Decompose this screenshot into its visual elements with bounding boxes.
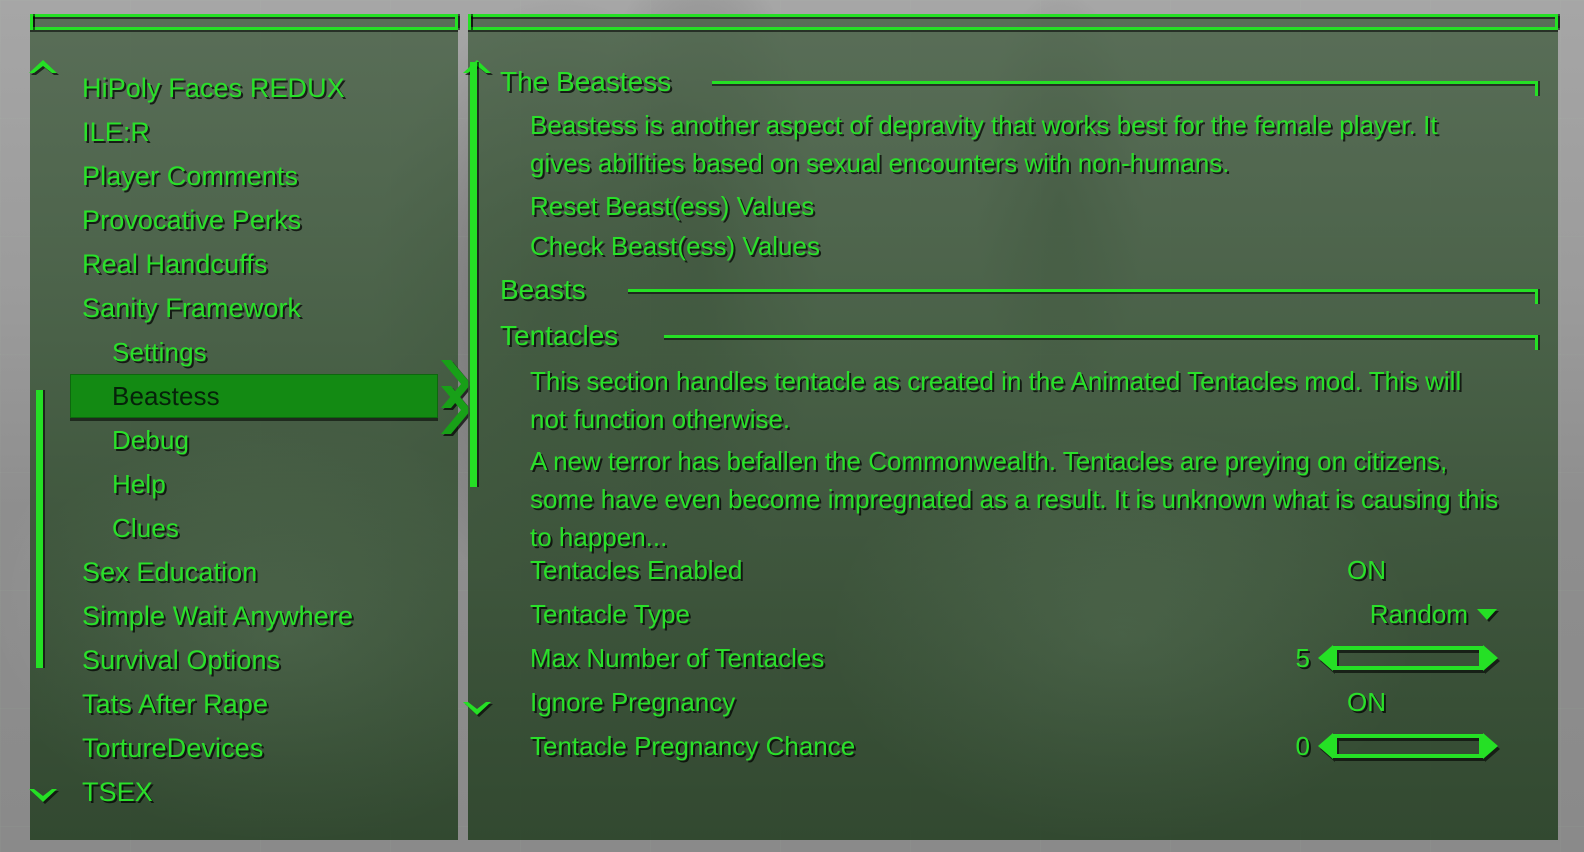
mod-list-item[interactable]: Provocative Perks <box>70 198 450 242</box>
option-slider[interactable]: 5 <box>1294 636 1498 680</box>
section-rule <box>712 81 1538 84</box>
left-panel-top-border <box>30 14 458 30</box>
slider-decrease-arrow[interactable] <box>1318 645 1333 671</box>
right-panel-bottom-border <box>468 14 1558 30</box>
mcm-screen: HiPoly Faces REDUX ILE:R Player Comments Pr… <box>0 0 1584 852</box>
slider-control[interactable] <box>1318 733 1498 759</box>
left-panel-bottom-border <box>30 14 458 30</box>
mod-list-item[interactable]: Sanity Framework <box>70 286 450 330</box>
option-dropdown[interactable]: Random <box>1370 592 1498 636</box>
option-toggle-value[interactable]: ON <box>1347 680 1386 724</box>
option-row[interactable]: Tentacle Pregnancy Chance 0 <box>530 724 1498 768</box>
option-slider[interactable]: 0 <box>1294 724 1498 768</box>
mod-list-item[interactable]: Player Comments <box>70 154 450 198</box>
chevron-down-icon[interactable] <box>26 786 60 806</box>
option-row[interactable]: Tentacle Type Random <box>530 592 1498 636</box>
mod-list-item-label: Beastess <box>112 381 220 411</box>
mod-list-item-label: Sanity Framework <box>82 293 302 323</box>
mod-list-item-label: ILE:R <box>82 117 151 147</box>
mod-list-item-label: Player Comments <box>82 161 299 191</box>
mod-list-item-label: Settings <box>112 337 207 367</box>
mod-list-item[interactable]: Settings <box>70 330 450 374</box>
mod-list-item-label: Provocative Perks <box>82 205 302 235</box>
mod-list-item[interactable]: Debug <box>70 418 450 462</box>
mod-list-item-label: Simple Wait Anywhere <box>82 601 354 631</box>
option-row[interactable]: Max Number of Tentacles 5 <box>530 636 1498 680</box>
right-scrollbar-thumb[interactable] <box>470 62 477 487</box>
slider-value: 0 <box>1295 731 1310 761</box>
slider-decrease-arrow[interactable] <box>1318 733 1333 759</box>
dropdown-selected-value: Random <box>1369 599 1468 629</box>
section-title: The Beastess <box>500 66 672 97</box>
mod-list-item[interactable]: ILE:R <box>70 110 450 154</box>
mod-list-item-label: HiPoly Faces REDUX <box>82 73 345 103</box>
slider-increase-arrow[interactable] <box>1483 645 1498 671</box>
section-rule <box>664 335 1538 338</box>
section-title: Beasts <box>500 274 586 305</box>
section-rule <box>628 289 1538 292</box>
slider-track[interactable] <box>1333 734 1483 758</box>
mod-list-item[interactable]: Survival Options <box>70 638 450 682</box>
mod-list-item[interactable]: Tats After Rape <box>70 682 450 726</box>
mod-list-item[interactable]: Real Handcuffs <box>70 242 450 286</box>
mod-list-item[interactable]: TortureDevices <box>70 726 450 770</box>
mod-list-item[interactable]: TSEX <box>70 770 450 814</box>
slider-control[interactable] <box>1318 645 1498 671</box>
chevron-up-icon[interactable] <box>460 56 494 76</box>
mod-list: HiPoly Faces REDUX ILE:R Player Comments Pr… <box>70 66 471 814</box>
mod-list-item[interactable]: Simple Wait Anywhere <box>70 594 450 638</box>
slider-value: 5 <box>1295 643 1310 673</box>
mod-list-item-label: TortureDevices <box>82 733 264 763</box>
mod-list-item-label: Tats After Rape <box>82 689 269 719</box>
chevron-down-icon[interactable] <box>460 699 494 719</box>
mod-settings-panel: The Beastess Beastess is another aspect … <box>463 14 1558 840</box>
mod-list-item[interactable]: HiPoly Faces REDUX <box>70 66 450 110</box>
mod-list-item-selected[interactable]: Beastess <box>70 360 471 434</box>
slider-increase-arrow[interactable] <box>1483 733 1498 759</box>
option-row[interactable]: Ignore Pregnancy ON <box>530 680 1498 724</box>
tentacles-description-2: A new terror has befallen the Commonweal… <box>530 446 1499 552</box>
beastess-description: Beastess is another aspect of depravity … <box>530 110 1438 178</box>
section-header-tentacles: Tentacles <box>500 314 1538 358</box>
section-rule-end-tick <box>1535 335 1538 350</box>
section-header-the-beastess: The Beastess <box>500 60 1538 104</box>
chevron-up-icon[interactable] <box>26 56 60 76</box>
toggle-state-text: ON <box>1347 555 1386 585</box>
section-rule-end-tick <box>1535 81 1538 96</box>
option-label: Tentacle Type <box>530 599 690 629</box>
mod-list-item-label: Help <box>112 469 166 499</box>
left-scrollbar-thumb[interactable] <box>36 390 43 668</box>
settings-content: The Beastess Beastess is another aspect … <box>500 60 1538 560</box>
mod-list-item-label: TSEX <box>82 777 153 807</box>
mod-list-item[interactable]: Help <box>70 462 450 506</box>
mod-list-item[interactable]: Clues <box>70 506 450 550</box>
right-panel-top-border <box>468 14 1558 30</box>
caret-down-icon[interactable] <box>1476 607 1498 621</box>
toggle-state-text: ON <box>1347 687 1386 717</box>
mod-list-item-label: Sex Education <box>82 557 258 587</box>
section-header-beasts: Beasts <box>500 268 1538 312</box>
option-row[interactable]: Tentacles Enabled ON <box>530 548 1498 592</box>
reset-beastess-values-button[interactable]: Reset Beast(ess) Values <box>500 186 1538 226</box>
section-rule-end-tick <box>1535 289 1538 304</box>
mod-list-item-label: Real Handcuffs <box>82 249 268 279</box>
check-beastess-values-button[interactable]: Check Beast(ess) Values <box>500 226 1538 266</box>
slider-track[interactable] <box>1333 646 1483 670</box>
section-title: Tentacles <box>500 320 619 351</box>
mod-list-item-label: Survival Options <box>82 645 281 675</box>
mod-list-item-label: Clues <box>112 513 179 543</box>
tentacles-description-1: This section handles tentacle as created… <box>530 366 1462 434</box>
options-list: Tentacles Enabled ON Tentacle Type Random Ma… <box>530 548 1498 768</box>
mod-list-item-label: Debug <box>112 425 190 455</box>
mod-list-panel: HiPoly Faces REDUX ILE:R Player Comments Pr… <box>29 14 471 840</box>
mod-list-item[interactable]: Sex Education <box>70 550 450 594</box>
option-toggle-value[interactable]: ON <box>1347 548 1386 592</box>
